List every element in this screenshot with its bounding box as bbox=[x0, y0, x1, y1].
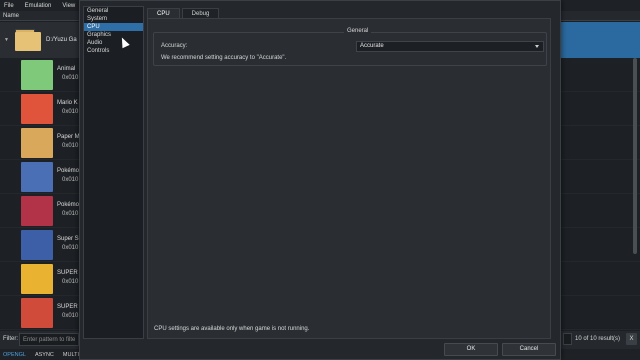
game-title: Animal bbox=[57, 66, 76, 72]
game-id: 0x010 bbox=[62, 313, 79, 319]
sidebar-item-system[interactable]: System bbox=[84, 15, 143, 23]
game-cover-image bbox=[21, 264, 53, 294]
general-group: General Accuracy: Accurate We recommend … bbox=[153, 28, 547, 66]
filter-count-box bbox=[563, 333, 572, 345]
sidebar-item-graphics[interactable]: Graphics bbox=[84, 31, 143, 39]
menu-emulation[interactable]: Emulation bbox=[25, 3, 52, 9]
game-title: Mario K bbox=[57, 100, 78, 106]
settings-sidebar: General System CPU Graphics Audio Contro… bbox=[83, 6, 144, 339]
sidebar-item-general[interactable]: General bbox=[84, 7, 143, 15]
game-id: 0x010 bbox=[62, 109, 79, 115]
chevron-down-icon bbox=[535, 45, 539, 48]
game-id: 0x010 bbox=[62, 75, 79, 81]
game-id: 0x010 bbox=[62, 211, 79, 217]
game-id: 0x010 bbox=[62, 143, 79, 149]
game-title: Super S bbox=[57, 236, 79, 242]
game-cover-image bbox=[21, 94, 53, 124]
cpu-settings-note: CPU settings are available only when gam… bbox=[154, 326, 310, 332]
game-title: Paper M bbox=[57, 134, 80, 140]
filter-label: Filter: bbox=[3, 336, 18, 342]
game-title: Pokémo bbox=[57, 202, 80, 208]
selection-highlight bbox=[556, 22, 640, 58]
filter-input[interactable]: Enter pattern to filte bbox=[19, 333, 79, 346]
game-id: 0x010 bbox=[62, 245, 79, 251]
game-cover-image bbox=[21, 298, 53, 328]
game-title: Pokémo bbox=[57, 168, 80, 174]
accuracy-label: Accuracy: bbox=[161, 43, 188, 49]
game-cover-image bbox=[21, 196, 53, 226]
cpu-tab-panel: General Accuracy: Accurate We recommend … bbox=[147, 18, 551, 339]
game-id: 0x010 bbox=[62, 177, 79, 183]
directory-label: D:/Yuzu Ga bbox=[46, 37, 77, 43]
sidebar-item-audio[interactable]: Audio bbox=[84, 39, 143, 47]
menu-file[interactable]: File bbox=[4, 3, 14, 9]
results-count: 10 of 10 result(s) bbox=[575, 336, 621, 342]
accuracy-value: Accurate bbox=[360, 43, 384, 49]
sidebar-item-controls[interactable]: Controls bbox=[84, 47, 143, 55]
status-opengl[interactable]: OPENGL bbox=[3, 352, 26, 358]
folder-icon bbox=[15, 29, 41, 51]
group-title: General bbox=[344, 28, 372, 34]
sidebar-item-cpu[interactable]: CPU bbox=[84, 23, 143, 31]
accuracy-hint: We recommend setting accuracy to "Accura… bbox=[161, 55, 287, 61]
configure-dialog: General System CPU Graphics Audio Contro… bbox=[79, 0, 561, 360]
clear-filter-button[interactable]: X bbox=[626, 333, 637, 345]
game-cover-image bbox=[21, 128, 53, 158]
scrollbar[interactable] bbox=[633, 58, 637, 254]
game-cover-image bbox=[21, 60, 53, 90]
ok-button[interactable]: OK bbox=[444, 343, 498, 356]
status-async[interactable]: ASYNC bbox=[35, 352, 54, 358]
menu-view[interactable]: View bbox=[62, 3, 75, 9]
accuracy-select[interactable]: Accurate bbox=[356, 41, 544, 52]
cancel-button[interactable]: Cancel bbox=[502, 343, 556, 356]
game-id: 0x010 bbox=[62, 279, 79, 285]
game-cover-image bbox=[21, 230, 53, 260]
collapse-arrow-icon[interactable]: ▼ bbox=[4, 37, 9, 43]
game-cover-image bbox=[21, 162, 53, 192]
